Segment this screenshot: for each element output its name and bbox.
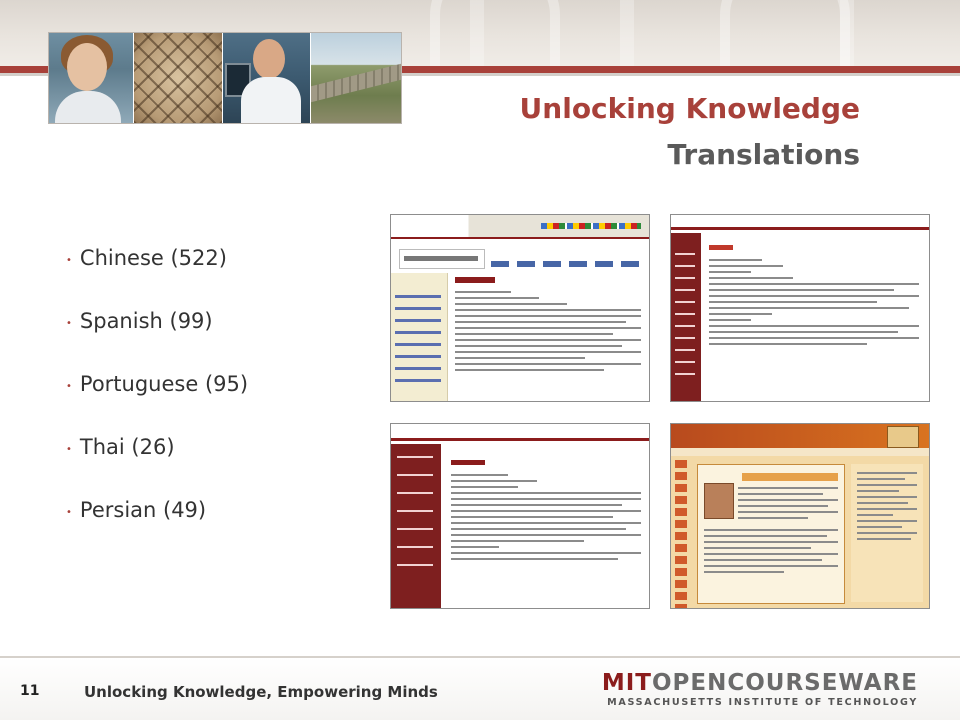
site-vertical-banner xyxy=(675,460,687,608)
photo-lattice-window xyxy=(133,33,223,123)
site-text-block xyxy=(455,291,641,375)
screenshot-chinese-site xyxy=(670,214,930,402)
arch-decoration xyxy=(720,0,850,66)
bullet-icon: • xyxy=(66,507,72,518)
mit-ocw-logo: MITOPENCOURSEWARE MASSACHUSETTS INSTITUT… xyxy=(601,670,918,709)
site-heading xyxy=(455,277,495,283)
screenshot-thai-site xyxy=(390,423,650,609)
logo-tagline: MASSACHUSETTS INSTITUTE OF TECHNOLOGY xyxy=(607,697,918,708)
bullet-icon: • xyxy=(66,444,72,455)
site-sidebar xyxy=(391,273,448,401)
slide-title: Unlocking Knowledge xyxy=(519,92,860,125)
site-portrait xyxy=(704,483,734,519)
site-text-block xyxy=(738,487,838,523)
list-item: • Spanish (99) xyxy=(66,309,248,372)
language-label: Portuguese (95) xyxy=(79,372,249,396)
arch-decoration xyxy=(430,0,560,66)
site-nav xyxy=(671,448,929,456)
logo-opencourseware: OPENCOURSEWARE xyxy=(651,670,918,696)
screenshot-persian-site xyxy=(670,423,930,609)
pillar-decoration xyxy=(620,0,634,66)
site-sidebar xyxy=(851,464,923,602)
site-heading xyxy=(451,460,485,465)
logo-mit: MIT xyxy=(601,670,652,696)
photo-student-computer xyxy=(222,33,312,123)
language-label: Thai (26) xyxy=(79,435,175,459)
footer: 11 Unlocking Knowledge, Empowering Minds… xyxy=(0,658,960,720)
language-label: Chinese (522) xyxy=(79,246,227,270)
screenshot-spanish-site xyxy=(390,214,650,402)
site-banner xyxy=(399,249,485,269)
site-sidebar xyxy=(671,233,701,401)
language-label: Persian (49) xyxy=(79,498,207,522)
site-heading xyxy=(709,245,733,250)
photo-great-wall xyxy=(311,33,402,123)
list-item: • Portuguese (95) xyxy=(66,372,248,435)
bullet-icon: • xyxy=(66,255,72,266)
site-text-block xyxy=(704,529,838,577)
pillar-decoration xyxy=(470,0,484,66)
language-label: Spanish (99) xyxy=(79,309,213,333)
site-content-panel xyxy=(697,464,845,604)
slide-subtitle: Translations xyxy=(667,138,860,171)
site-sidebar xyxy=(391,444,441,608)
bullet-icon: • xyxy=(66,381,72,392)
list-item: • Chinese (522) xyxy=(66,246,248,309)
list-item: • Persian (49) xyxy=(66,498,248,561)
site-nav xyxy=(491,261,641,267)
site-text-block xyxy=(709,259,919,349)
flag-strip xyxy=(541,223,641,229)
list-item: • Thai (26) xyxy=(66,435,248,498)
page-number: 11 xyxy=(20,683,40,699)
site-text-block xyxy=(451,474,641,564)
language-list: • Chinese (522) • Spanish (99) • Portugu… xyxy=(66,246,248,561)
footer-tagline: Unlocking Knowledge, Empowering Minds xyxy=(84,683,438,701)
pillar-decoration xyxy=(840,0,854,66)
photo-strip xyxy=(48,32,402,124)
photo-student-woman xyxy=(49,33,134,123)
site-emblem xyxy=(887,426,919,448)
bullet-icon: • xyxy=(66,318,72,329)
